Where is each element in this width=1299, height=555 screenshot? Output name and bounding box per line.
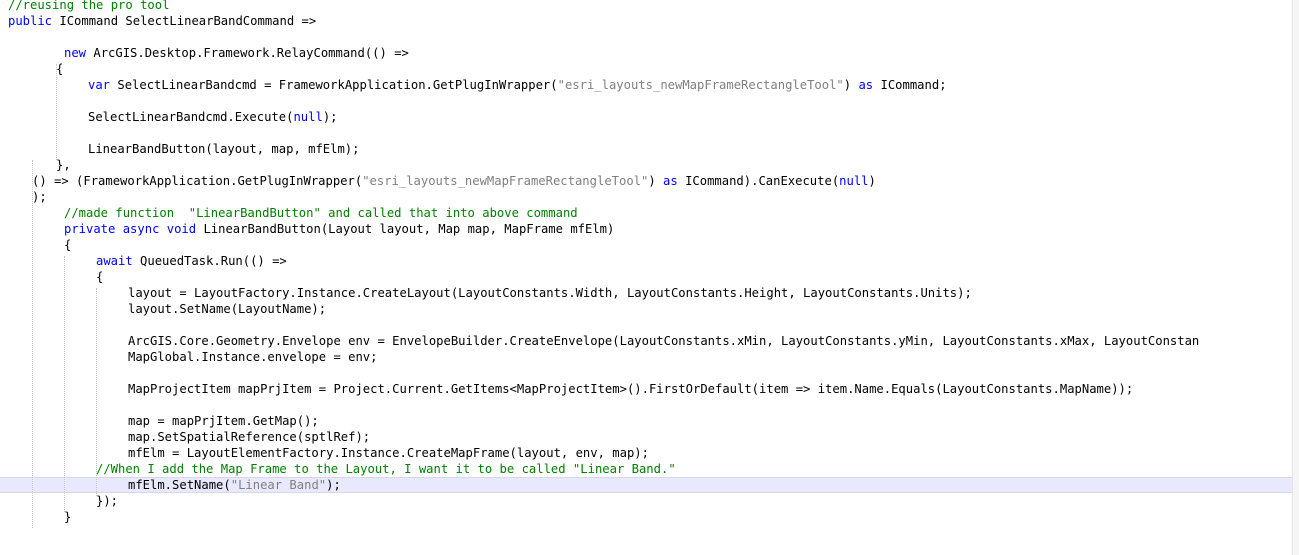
code-token: { <box>64 238 72 252</box>
keyword-token: public <box>8 14 53 28</box>
comment-token: //When I add the Map Frame to the Layout… <box>96 462 676 476</box>
right-margin <box>1292 0 1299 555</box>
comment-token: //reusing the pro tool <box>8 0 170 12</box>
code-token: mfElm = LayoutElementFactory.Instance.Cr… <box>128 446 649 460</box>
code-token: }); <box>96 494 119 508</box>
code-token: ICommand SelectLinearBandCommand => <box>52 14 317 28</box>
code-token: layout.SetName(LayoutName); <box>128 302 327 316</box>
code-token: SelectLinearBandcmd = FrameworkApplicati… <box>110 78 558 92</box>
code-line[interactable]: await QueuedTask.Run(() => <box>96 253 287 269</box>
code-token: ArcGIS.Core.Geometry.Envelope env = Enve… <box>128 334 1200 348</box>
keyword-token: null <box>293 110 323 124</box>
code-token: { <box>96 270 104 284</box>
code-line[interactable]: mfElm.SetName("Linear Band"); <box>128 477 341 493</box>
keyword-token: async <box>122 222 160 236</box>
code-token: ); <box>32 190 47 204</box>
code-editor[interactable]: //reusing the pro tool public ICommand Se… <box>0 0 1299 555</box>
code-line[interactable]: ); <box>32 189 47 205</box>
code-token: MapProjectItem mapPrjItem = Project.Curr… <box>128 382 1134 396</box>
code-token: QueuedTask.Run(() => <box>132 254 287 268</box>
keyword-token: private <box>64 222 116 236</box>
code-token: ) <box>868 174 876 188</box>
code-line[interactable]: layout = LayoutFactory.Instance.CreateLa… <box>128 285 972 301</box>
keyword-token: new <box>64 46 87 60</box>
code-line[interactable]: map = mapPrjItem.GetMap(); <box>128 413 319 429</box>
code-line[interactable]: var SelectLinearBandcmd = FrameworkAppli… <box>88 77 947 93</box>
keyword-token: var <box>88 78 111 92</box>
code-token: () => (FrameworkApplication.GetPlugInWra… <box>32 174 363 188</box>
code-line[interactable]: MapGlobal.Instance.envelope = env; <box>128 349 377 365</box>
code-line[interactable]: public ICommand SelectLinearBandCommand … <box>8 13 316 29</box>
keyword-token: null <box>839 174 869 188</box>
code-line[interactable]: { <box>56 61 63 77</box>
code-line[interactable]: //reusing the pro tool <box>8 0 169 13</box>
code-token: map = mapPrjItem.GetMap(); <box>128 414 319 428</box>
code-token: ICommand).CanExecute( <box>677 174 840 188</box>
code-line[interactable]: mfElm = LayoutElementFactory.Instance.Cr… <box>128 445 649 461</box>
code-line[interactable]: LinearBandButton(layout, map, mfElm); <box>88 141 360 157</box>
keyword-token: void <box>166 222 197 236</box>
code-line[interactable]: SelectLinearBandcmd.Execute(null); <box>88 109 338 125</box>
keyword-token: await <box>96 254 133 268</box>
code-line[interactable]: //made function "LinearBandButton" and c… <box>64 205 578 221</box>
keyword-token: as <box>663 174 678 188</box>
code-line[interactable]: }); <box>96 493 118 509</box>
code-line[interactable]: { <box>64 237 71 253</box>
indent-guide <box>32 160 33 528</box>
code-token: ArcGIS.Desktop.Framework.RelayCommand(()… <box>86 46 409 60</box>
code-line[interactable]: () => (FrameworkApplication.GetPlugInWra… <box>32 173 876 189</box>
comment-token: //made function "LinearBandButton" and c… <box>64 206 578 220</box>
code-token: ) <box>648 174 664 188</box>
indent-guide <box>56 64 57 160</box>
code-line[interactable]: new ArcGIS.Desktop.Framework.RelayComman… <box>64 45 409 61</box>
code-token: }, <box>56 158 71 172</box>
keyword-token: as <box>858 78 874 92</box>
code-token: layout = LayoutFactory.Instance.CreateLa… <box>128 286 972 300</box>
string-token: "esri_layouts_newMapFrameRectangleTool" <box>557 78 844 92</box>
code-token: LinearBandButton(Layout layout, Map map,… <box>196 222 615 236</box>
code-token: ); <box>326 478 341 492</box>
code-line[interactable]: } <box>64 509 71 525</box>
code-token: ICommand; <box>873 78 947 92</box>
code-line[interactable]: { <box>96 269 103 285</box>
code-line[interactable]: map.SetSpatialReference(sptlRef); <box>128 429 370 445</box>
code-token: ) <box>843 78 859 92</box>
code-token: MapGlobal.Instance.envelope = env; <box>128 350 378 364</box>
code-token: LinearBandButton(layout, map, mfElm); <box>88 142 360 156</box>
code-line[interactable]: private async void LinearBandButton(Layo… <box>64 221 614 237</box>
code-token: map.SetSpatialReference(sptlRef); <box>128 430 371 444</box>
string-token: "esri_layouts_newMapFrameRectangleTool" <box>362 174 649 188</box>
string-token: "Linear Band" <box>230 478 327 492</box>
indent-guide <box>64 256 65 512</box>
code-line[interactable]: layout.SetName(LayoutName); <box>128 301 326 317</box>
code-token: SelectLinearBandcmd.Execute( <box>88 110 294 124</box>
code-line[interactable]: }, <box>56 157 71 173</box>
code-token: ); <box>322 110 338 124</box>
code-token: mfElm.SetName( <box>128 478 231 492</box>
code-line[interactable]: ArcGIS.Core.Geometry.Envelope env = Enve… <box>128 333 1199 349</box>
code-line[interactable]: //When I add the Map Frame to the Layout… <box>96 461 676 477</box>
code-token: } <box>64 510 72 524</box>
code-token: { <box>56 62 64 76</box>
code-line[interactable]: MapProjectItem mapPrjItem = Project.Curr… <box>128 381 1133 397</box>
